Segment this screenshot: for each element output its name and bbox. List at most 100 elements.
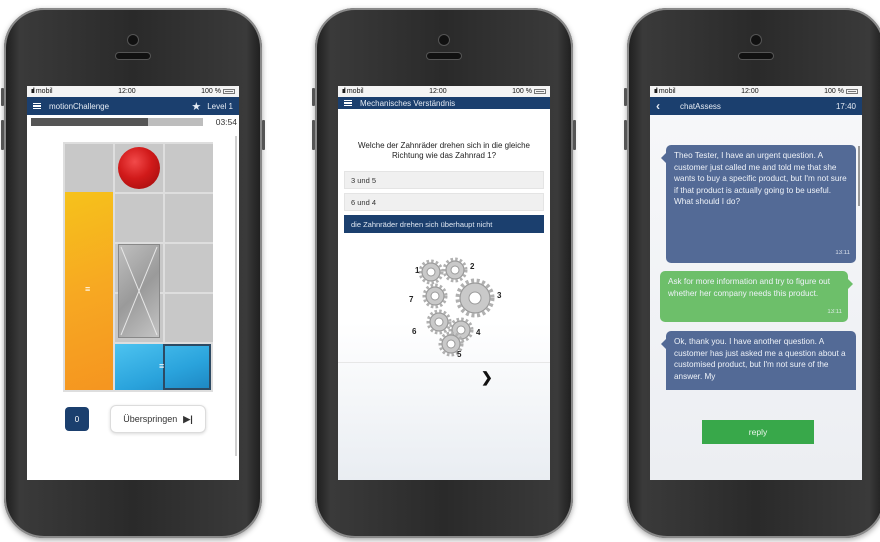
- red-ball[interactable]: [118, 147, 160, 189]
- board-cell: [65, 144, 113, 192]
- battery-label: 100 %: [512, 88, 532, 95]
- battery-label: 100 %: [201, 88, 221, 95]
- chat-scrollbar[interactable]: [858, 146, 860, 206]
- volume-button: [1, 120, 4, 150]
- battery: 100 %: [824, 88, 858, 95]
- message-text: Theo Tester, I have an urgent question. …: [674, 151, 847, 206]
- battery-icon: [846, 88, 858, 94]
- scrollbar[interactable]: [235, 136, 237, 456]
- gear-diagram: 1 2 3 4 5 6 7: [393, 254, 513, 364]
- chat-message-incoming: Theo Tester, I have an urgent question. …: [661, 145, 856, 263]
- gray-block[interactable]: [118, 244, 160, 338]
- puzzle-board: ≡ ≡: [63, 142, 213, 392]
- carrier-label: mobil: [35, 88, 53, 95]
- board-cell: [165, 244, 213, 292]
- gear-6: [426, 309, 452, 335]
- app-header: motionChallenge ★ Level 1: [27, 97, 239, 115]
- timer: 03:54: [215, 116, 237, 127]
- score-badge: 0: [65, 407, 89, 431]
- message-time: 13:11: [835, 249, 850, 256]
- board-cell: [165, 194, 213, 242]
- phone-mechanical-test: ııl mobil 12:00 100 % Mechanisches Verstä…: [312, 8, 576, 538]
- next-arrow-icon[interactable]: ❯: [481, 369, 493, 386]
- status-bar: ııl mobil 12:00 100 %: [338, 86, 550, 97]
- carrier-label: mobil: [658, 88, 676, 95]
- board-cell: [165, 294, 213, 342]
- volume-button: [1, 88, 4, 106]
- question-text: Welche der Zahnräder drehen sich in die …: [358, 141, 530, 160]
- gear-7: [422, 283, 448, 309]
- gear-3: [455, 278, 495, 318]
- star-icon: ★: [191, 100, 202, 113]
- header-time: 17:40: [835, 101, 856, 111]
- back-arrow-icon[interactable]: ‹: [656, 99, 660, 113]
- gear-label: 5: [457, 350, 462, 359]
- skip-label: Überspringen: [123, 414, 178, 424]
- earpiece-speaker: [739, 53, 773, 59]
- signal-icon: ııl: [654, 88, 658, 95]
- status-time: 12:00: [429, 88, 447, 95]
- answer-option[interactable]: 6 und 4: [344, 193, 544, 211]
- gear-1: [418, 259, 444, 285]
- divider: [338, 362, 550, 363]
- app-title: Mechanisches Verständnis: [360, 98, 456, 108]
- app-title: chatAssess: [680, 101, 721, 111]
- status-bar: ııl mobil 12:00 100 %: [27, 86, 239, 97]
- earpiece-speaker: [427, 53, 461, 59]
- time-progress-fill: [31, 117, 148, 126]
- skip-forward-icon: ▶|: [183, 413, 193, 424]
- phone-chat-assess: ııl mobil 12:00 100 % ‹ chatAssess 17:40 …: [624, 8, 880, 538]
- gear-label: 6: [412, 327, 417, 336]
- screen: ııl mobil 12:00 100 % ‹ chatAssess 17:40 …: [650, 86, 862, 480]
- front-camera: [751, 35, 761, 45]
- gear-label: 3: [497, 291, 502, 300]
- earpiece-speaker: [116, 53, 150, 59]
- time-progress-bar: [31, 117, 203, 126]
- board-cell: [115, 194, 163, 242]
- blue-block[interactable]: ≡: [115, 344, 211, 390]
- carrier: ııl mobil: [342, 88, 364, 95]
- menu-icon[interactable]: [33, 102, 41, 110]
- battery: 100 %: [201, 88, 235, 95]
- chat-message-incoming: Ok, thank you. I have another question. …: [661, 331, 856, 390]
- answer-options: 3 und 5 6 und 4 die Zahnräder drehen sic…: [338, 171, 550, 233]
- app-title: motionChallenge: [49, 101, 110, 111]
- timer-row: 03:54: [27, 115, 239, 128]
- skip-button[interactable]: Überspringen ▶|: [110, 405, 206, 433]
- volume-button: [312, 88, 315, 106]
- volume-button: [624, 120, 627, 150]
- carrier: ııl mobil: [654, 88, 676, 95]
- gray-block-pattern: [120, 246, 158, 336]
- power-button: [573, 120, 576, 150]
- signal-icon: ııl: [342, 88, 346, 95]
- battery: 100 %: [512, 88, 546, 95]
- status-bar: ııl mobil 12:00 100 %: [650, 86, 862, 97]
- status-time: 12:00: [118, 88, 136, 95]
- battery-icon: [534, 88, 546, 94]
- board-cell: [165, 144, 213, 192]
- menu-icon[interactable]: [344, 99, 352, 107]
- gear-2: [442, 257, 468, 283]
- grip-icon: ≡: [159, 361, 165, 371]
- carrier: ııl mobil: [31, 88, 53, 95]
- app-header: ‹ chatAssess 17:40: [650, 97, 862, 115]
- answer-option-selected[interactable]: die Zahnräder drehen sich überhaupt nich…: [344, 215, 544, 233]
- gear-label: 4: [476, 328, 481, 337]
- message-time: 13:11: [827, 308, 842, 315]
- level-label: Level 1: [207, 101, 233, 111]
- battery-icon: [223, 88, 235, 94]
- carrier-label: mobil: [346, 88, 364, 95]
- answer-option[interactable]: 3 und 5: [344, 171, 544, 189]
- blue-block-edge: [163, 344, 211, 390]
- volume-button: [312, 120, 315, 150]
- chat-thread[interactable]: Theo Tester, I have an urgent question. …: [650, 115, 862, 390]
- gear-label: 7: [409, 295, 414, 304]
- reply-button[interactable]: reply: [702, 420, 814, 444]
- front-camera: [439, 35, 449, 45]
- app-header: Mechanisches Verständnis: [338, 97, 550, 109]
- phone-motion-challenge: ııl mobil 12:00 100 % motionChallenge ★ L…: [1, 8, 265, 538]
- gear-label: 1: [415, 266, 420, 275]
- status-time: 12:00: [741, 88, 759, 95]
- volume-button: [624, 88, 627, 106]
- orange-block[interactable]: ≡: [65, 192, 113, 390]
